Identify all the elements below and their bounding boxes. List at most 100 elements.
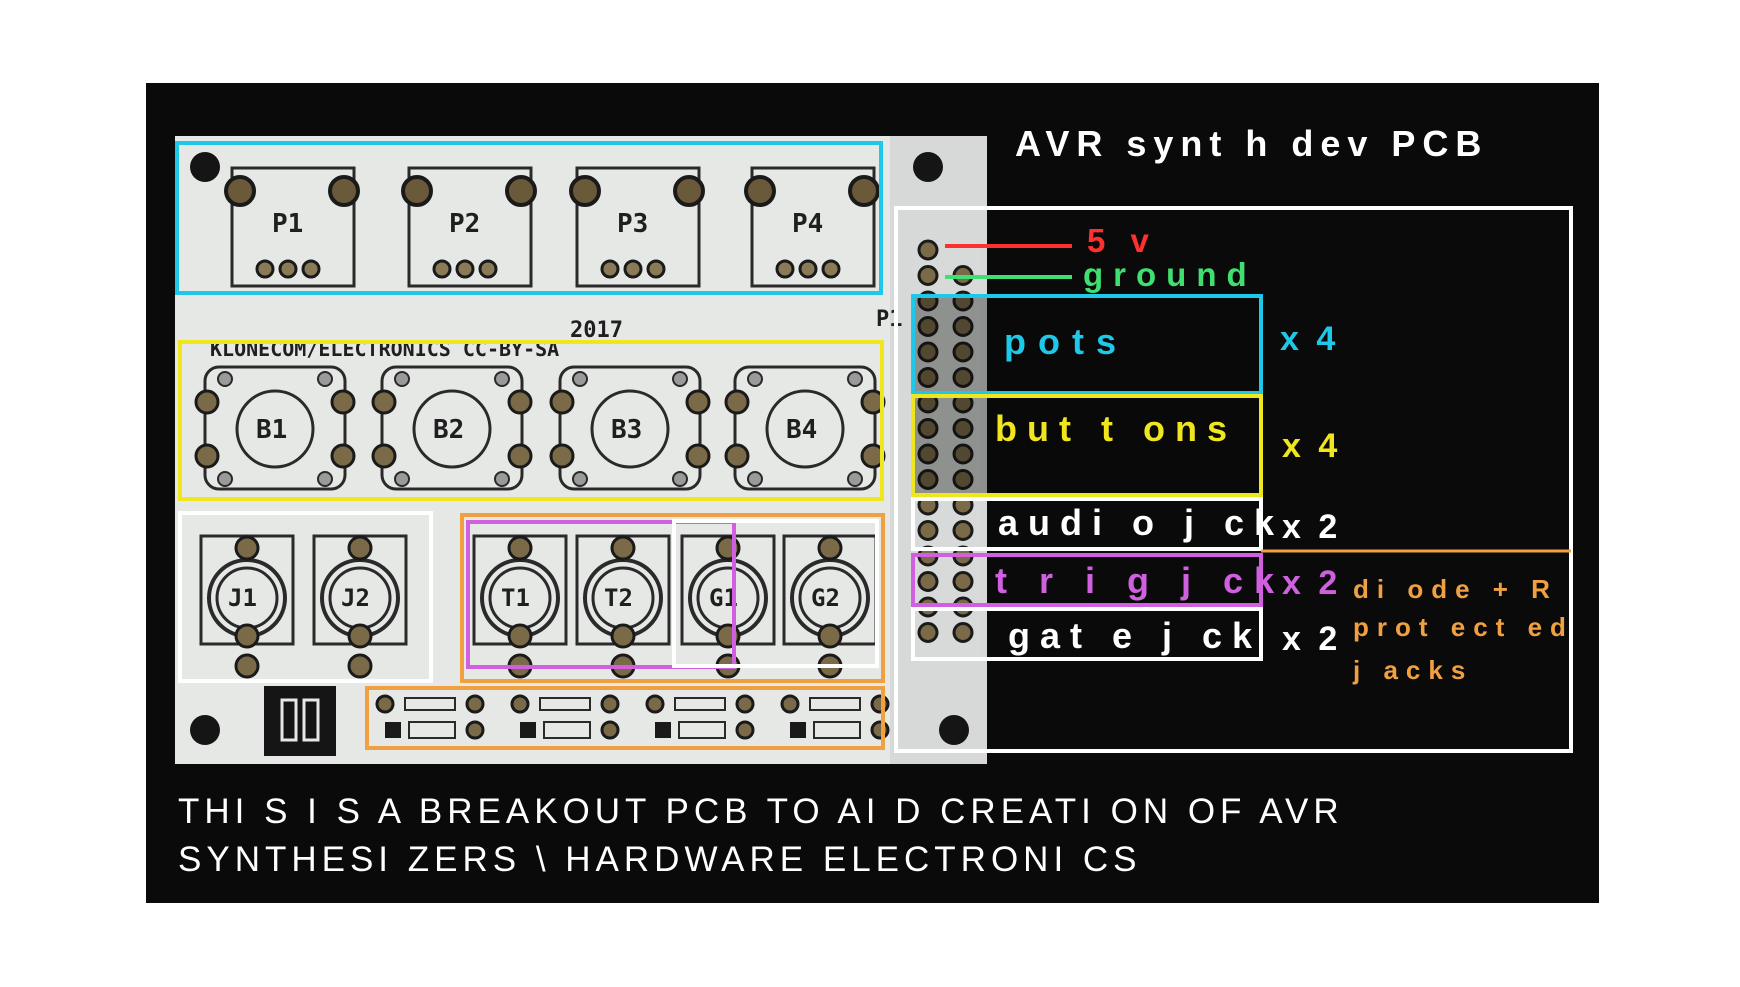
pot-pad — [848, 175, 880, 207]
resistor-pad — [465, 694, 485, 714]
resistor-pad — [375, 694, 395, 714]
header-pin — [917, 622, 939, 643]
jack-pad — [817, 623, 843, 649]
button-via — [494, 371, 510, 387]
jack-pad — [347, 535, 373, 561]
header-pin — [952, 571, 974, 592]
button-via — [747, 371, 763, 387]
diode-pad — [870, 720, 890, 740]
jack-pad — [610, 535, 636, 561]
jack-pad — [347, 653, 373, 679]
resistor-pad — [870, 694, 890, 714]
button-via — [572, 371, 588, 387]
pot-label: P1 — [272, 209, 303, 239]
pot-pad — [401, 175, 433, 207]
header-pin — [917, 571, 939, 592]
diagram-title: AVR synt h dev PCB — [1015, 123, 1489, 164]
pot-label: P2 — [449, 209, 480, 239]
logo-block — [264, 686, 336, 756]
protected-note-line-1: di ode + R — [1353, 574, 1558, 604]
jack-pad — [234, 535, 260, 561]
pot-label: P3 — [617, 209, 648, 239]
button-pad — [330, 443, 356, 469]
button-via — [394, 471, 410, 487]
ground-label: ground — [1083, 256, 1257, 293]
pot-pin — [432, 259, 452, 279]
header-pin — [952, 622, 974, 643]
pot-pin — [478, 259, 498, 279]
buttons-count: x 4 — [1282, 427, 1342, 465]
silk-year: 2017 — [570, 318, 623, 343]
pot-pin — [798, 259, 818, 279]
button-via — [394, 371, 410, 387]
button-pad — [194, 443, 220, 469]
jack-pad — [610, 623, 636, 649]
button-via — [847, 471, 863, 487]
button-label: B2 — [433, 415, 464, 445]
button-pad — [685, 389, 711, 415]
diode-pad-square — [790, 722, 806, 738]
diode-pad-square — [520, 722, 536, 738]
jack-label: T2 — [604, 584, 633, 612]
header-pin — [917, 520, 939, 541]
pot-pad — [569, 175, 601, 207]
button-via — [217, 371, 233, 387]
resistor-pad — [645, 694, 665, 714]
button-via — [572, 471, 588, 487]
caption-line-2: SYNTHESI ZERS \ HARDWARE ELECTRONI CS — [178, 840, 1142, 879]
button-label: B4 — [786, 415, 817, 445]
pot-pad — [505, 175, 537, 207]
button-via — [317, 371, 333, 387]
protected-note-line-3: j acks — [1353, 655, 1474, 685]
gate-jack-label: gat e j ck — [1008, 615, 1263, 656]
jack-pad — [234, 623, 260, 649]
button-pad — [330, 389, 356, 415]
resistor-pad — [510, 694, 530, 714]
pot-pin — [646, 259, 666, 279]
diode-pad — [465, 720, 485, 740]
header-pin — [917, 265, 939, 286]
jack-label: J1 — [228, 584, 257, 612]
jack-pad — [234, 653, 260, 679]
jack-label: T1 — [501, 584, 530, 612]
resistor-pad — [780, 694, 800, 714]
button-pad — [194, 389, 220, 415]
diode-pad — [735, 720, 755, 740]
button-pad — [549, 443, 575, 469]
button-label: B3 — [611, 415, 642, 445]
vcc-label: 5 v — [1087, 222, 1157, 259]
gate-jack-count: x 2 — [1282, 620, 1342, 658]
button-pad — [549, 389, 575, 415]
pots-label: pots — [1004, 321, 1128, 362]
button-pad — [507, 389, 533, 415]
button-pad — [724, 389, 750, 415]
header-pin — [952, 520, 974, 541]
jack-label: J2 — [341, 584, 370, 612]
jack-pad — [507, 623, 533, 649]
pot-pin — [455, 259, 475, 279]
pot-label: P4 — [792, 209, 823, 239]
button-via — [217, 471, 233, 487]
pot-pin — [278, 259, 298, 279]
audio-jack-count: x 2 — [1282, 508, 1342, 546]
pot-pad — [744, 175, 776, 207]
button-pad — [507, 443, 533, 469]
pot-pin — [255, 259, 275, 279]
jack-pad — [507, 535, 533, 561]
resistor-pad — [735, 694, 755, 714]
pot-pin — [623, 259, 643, 279]
pot-pin — [821, 259, 841, 279]
button-via — [317, 471, 333, 487]
button-via — [672, 371, 688, 387]
button-pad — [371, 389, 397, 415]
trig-jack-label: t r i g j ck — [995, 560, 1286, 601]
button-pad — [371, 443, 397, 469]
pot-pad — [673, 175, 705, 207]
caption-line-1: THI S I S A BREAKOUT PCB TO AI D CREATI … — [178, 792, 1344, 831]
buttons-label: but t ons — [995, 408, 1237, 449]
silk-header-label: P1 — [876, 307, 903, 332]
pot-pin — [600, 259, 620, 279]
trig-jack-count: x 2 — [1282, 564, 1342, 602]
diagram-canvas: P1 P2 P3 P4 B1 B2 B3 B4 J1 J2 T1 T2 G1 G2 2017 KLON… — [0, 0, 1740, 982]
button-via — [747, 471, 763, 487]
